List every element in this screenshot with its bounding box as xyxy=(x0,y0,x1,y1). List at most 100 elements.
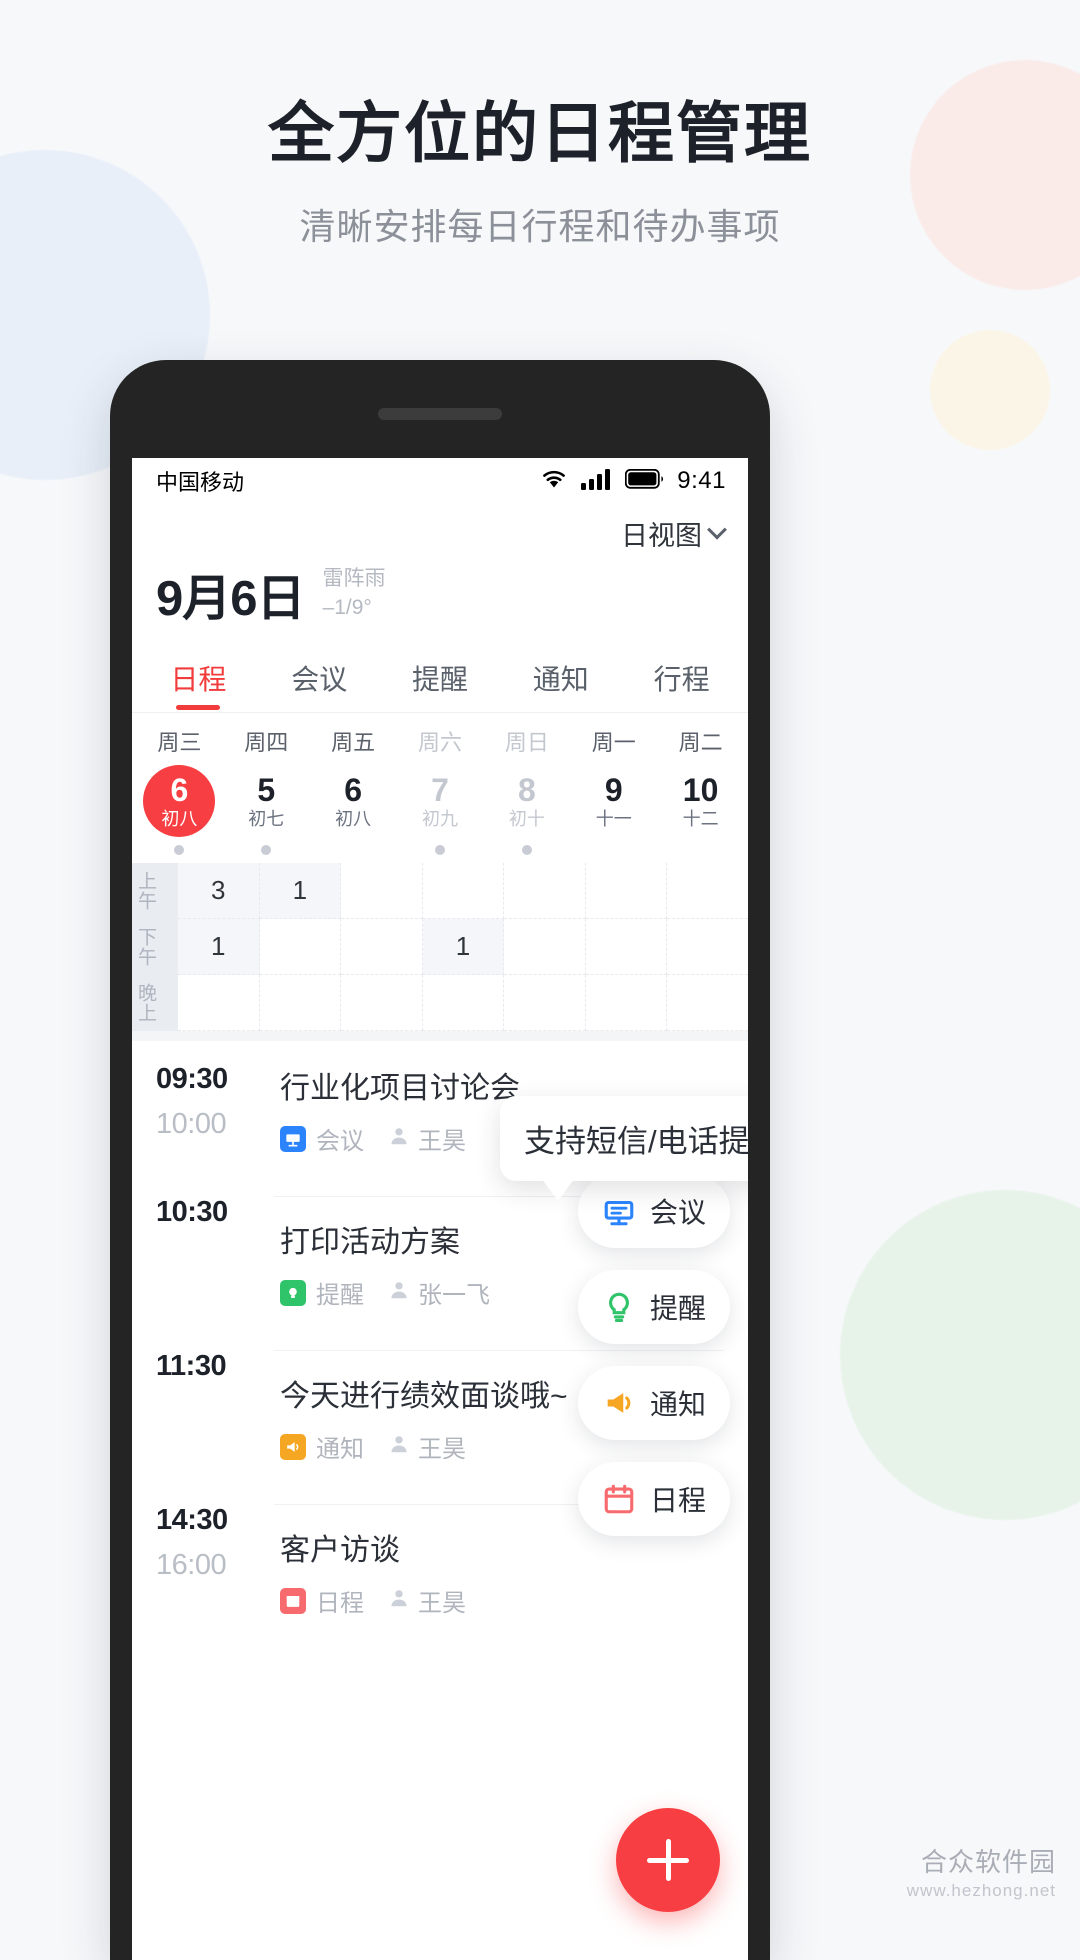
time-grid-cell-2-5[interactable] xyxy=(585,975,668,1031)
time-grid-cell-2-4[interactable] xyxy=(504,975,586,1031)
week-day-lunar: 初九 xyxy=(422,809,458,829)
view-mode-button[interactable]: 日视图 xyxy=(621,514,727,553)
time-grid-cell-0-0[interactable]: 3 xyxy=(178,863,260,919)
week-day-number-wrap: 7 初九 xyxy=(404,765,476,837)
time-grid-cell-1-0[interactable]: 1 xyxy=(178,919,260,975)
week-day-name: 周二 xyxy=(678,730,723,755)
time-grid-cell-2-6[interactable] xyxy=(667,975,748,1031)
time-grid-cell-1-2[interactable] xyxy=(341,919,423,975)
tab-bar[interactable]: 日程 会议 提醒 通知 行程 xyxy=(132,642,748,713)
time-grid-cell-2-2[interactable] xyxy=(341,975,423,1031)
time-grid-cell-2-3[interactable] xyxy=(422,975,505,1031)
week-day-lunar: 初十 xyxy=(508,809,545,829)
status-time: 9:41 xyxy=(677,467,726,494)
schedule-owner-label: 王昊 xyxy=(418,1128,466,1155)
type-chip-提醒[interactable]: 提醒 xyxy=(578,1270,730,1344)
time-grid-cell-1-1[interactable] xyxy=(259,919,342,975)
tab-label: 行程 xyxy=(653,664,710,695)
week-day-number: 6 xyxy=(344,772,363,808)
week-day-number-wrap: 6 初八 xyxy=(317,765,389,837)
page-subtitle: 清晰安排每日行程和待办事项 xyxy=(299,205,781,247)
schedule-owner: 王昊 xyxy=(388,1583,466,1618)
week-day-number: 6 xyxy=(170,772,189,808)
person-icon xyxy=(388,1279,410,1306)
tab-4[interactable]: 行程 xyxy=(621,642,742,712)
tab-label: 通知 xyxy=(532,664,589,695)
meeting-icon xyxy=(280,1125,306,1152)
week-strip[interactable]: 周三 6 初八 周四 5 初七 周五 6 初八 周六 7 初九 周日 8 初十 … xyxy=(132,713,748,863)
calendar-icon xyxy=(280,1587,306,1614)
type-chip-通知[interactable]: 通知 xyxy=(578,1366,730,1440)
schedule-start-time: 11:30 xyxy=(156,1350,227,1382)
time-grid-cell-2-1[interactable] xyxy=(259,975,342,1031)
status-icons: 9:41 xyxy=(539,467,726,495)
schedule-type-label: 通知 xyxy=(316,1436,364,1463)
schedule-times: 09:30 10:00 xyxy=(156,1063,274,1156)
week-day-2[interactable]: 周五 6 初八 xyxy=(310,725,397,855)
week-day-3[interactable]: 周六 7 初九 xyxy=(397,725,484,855)
type-chip-label: 会议 xyxy=(649,1197,706,1228)
schedule-owner: 王昊 xyxy=(388,1429,466,1464)
week-day-event-dot xyxy=(261,845,272,855)
week-day-4[interactable]: 周日 8 初十 xyxy=(483,725,570,855)
schedule-owner-label: 王昊 xyxy=(418,1436,466,1463)
person-icon xyxy=(388,1587,410,1614)
bulb-icon xyxy=(602,1290,636,1324)
time-grid-cell-0-2[interactable] xyxy=(341,863,423,919)
schedule-type-label: 日程 xyxy=(316,1590,364,1617)
time-grid-row-2 xyxy=(178,975,748,1031)
phone-mockup: 中国移动 9:41 日视图 9月6日 雷阵雨 –1/9° 日程 会议 提醒 通知… xyxy=(110,360,770,1960)
time-grid-cell-0-6[interactable] xyxy=(667,863,748,919)
tab-2[interactable]: 提醒 xyxy=(380,642,501,712)
battery-icon xyxy=(625,468,665,494)
time-grid-cell-0-1[interactable]: 1 xyxy=(259,863,342,919)
weather-description: 雷阵雨 xyxy=(322,567,386,591)
time-grid-cell-1-6[interactable] xyxy=(667,919,748,975)
type-chip-label: 提醒 xyxy=(649,1293,706,1324)
tab-1[interactable]: 会议 xyxy=(259,642,380,712)
type-chip-会议[interactable]: 会议 xyxy=(578,1174,730,1248)
megaphone-icon xyxy=(280,1433,306,1460)
time-grid-cell-0-5[interactable] xyxy=(585,863,668,919)
schedule-type-label: 会议 xyxy=(316,1128,364,1155)
time-grid-body[interactable]: 3111 xyxy=(178,863,748,1031)
week-day-lunar: 初八 xyxy=(335,809,372,829)
tooltip-callout: 支持短信/电话提醒 xyxy=(500,1096,748,1201)
schedule-end-time: 10:00 xyxy=(156,1108,227,1140)
calendar-icon xyxy=(602,1482,636,1516)
tab-0[interactable]: 日程 xyxy=(138,642,259,712)
week-day-name: 周四 xyxy=(244,730,289,755)
schedule-times: 11:30 xyxy=(156,1350,274,1464)
week-day-number: 10 xyxy=(682,772,719,808)
decorative-blob-yellow xyxy=(930,330,1050,450)
time-grid-cell-1-3[interactable]: 1 xyxy=(422,919,505,975)
time-grid-label-2: 晚上 xyxy=(135,983,156,1023)
week-day-6[interactable]: 周二 10 十二 xyxy=(657,725,744,855)
time-grid-cell-1-4[interactable] xyxy=(504,919,586,975)
schedule-times: 14:30 16:00 xyxy=(156,1504,274,1618)
time-grid-cell-0-3[interactable] xyxy=(422,863,505,919)
time-grid-row-1: 11 xyxy=(178,919,748,975)
time-grid-row-0: 31 xyxy=(178,863,748,919)
week-day-lunar: 初八 xyxy=(161,809,198,829)
type-chip-日程[interactable]: 日程 xyxy=(578,1462,730,1536)
add-button[interactable] xyxy=(616,1808,720,1912)
type-chip-label: 日程 xyxy=(649,1485,706,1516)
page-title: 全方位的日程管理 xyxy=(268,96,812,170)
schedule-owner: 王昊 xyxy=(388,1121,466,1156)
schedule-start-time: 09:30 xyxy=(156,1063,228,1095)
tab-3[interactable]: 通知 xyxy=(500,642,621,712)
time-grid-cell-1-5[interactable] xyxy=(585,919,668,975)
time-grid-cell-2-0[interactable] xyxy=(178,975,260,1031)
schedule-type-label: 提醒 xyxy=(316,1282,364,1309)
time-grid-cell-0-4[interactable] xyxy=(504,863,586,919)
week-day-number-wrap: 9 十一 xyxy=(578,765,650,837)
type-chip-group[interactable]: 会议 提醒 通知 日程 xyxy=(578,1174,730,1558)
current-date[interactable]: 9月6日 xyxy=(156,559,306,630)
week-day-0[interactable]: 周三 6 初八 xyxy=(136,725,223,855)
bulb-icon xyxy=(280,1279,306,1306)
week-day-1[interactable]: 周四 5 初七 xyxy=(223,725,310,855)
week-day-number-wrap: 5 初七 xyxy=(230,765,302,837)
week-day-5[interactable]: 周一 9 十一 xyxy=(570,725,657,855)
time-grid-label-1: 下午 xyxy=(135,927,156,967)
